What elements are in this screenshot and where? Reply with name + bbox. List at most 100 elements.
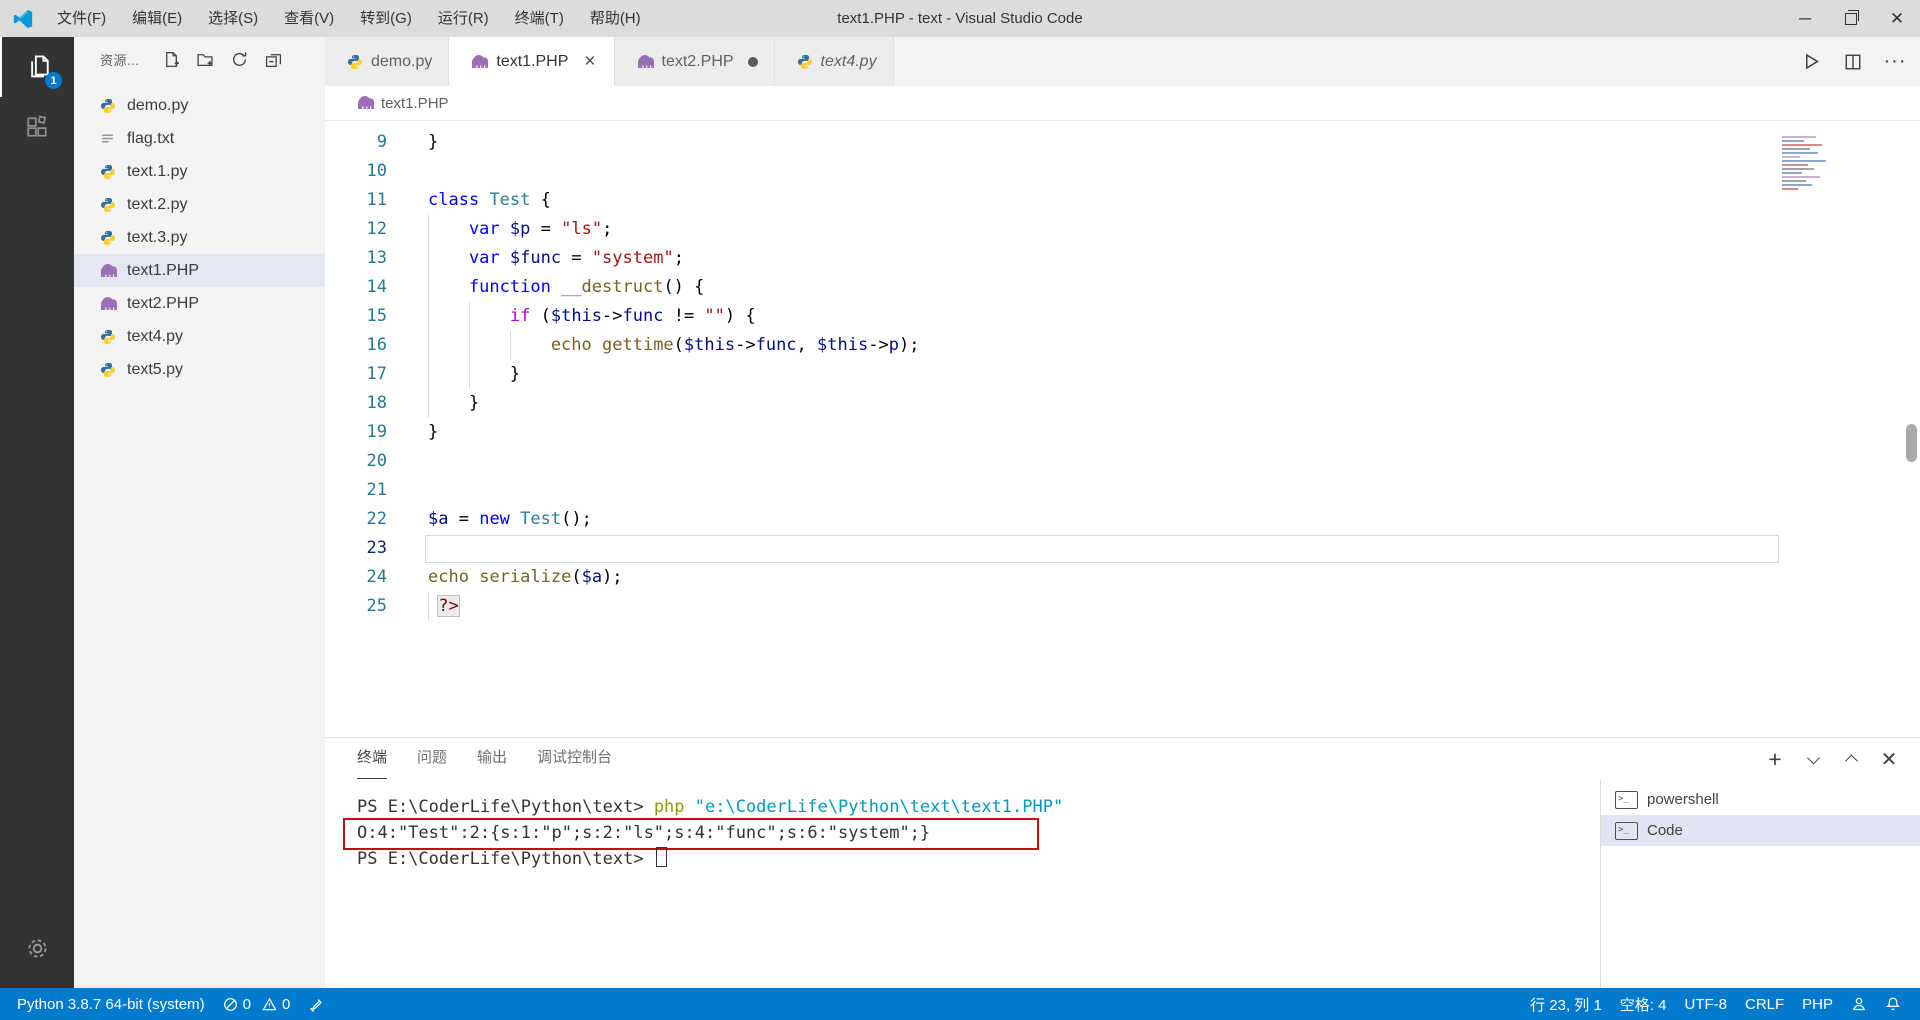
- menu-item[interactable]: 帮助(H): [577, 0, 654, 37]
- code-line[interactable]: 12 var $p = "ls";: [325, 215, 1920, 244]
- code-line[interactable]: 23: [325, 534, 1920, 563]
- explorer-icon[interactable]: 1: [0, 37, 76, 97]
- tab-bar: demo.py text1.PHP × text2.PHP text4.py ···: [325, 37, 1920, 86]
- file-item[interactable]: text.3.py: [74, 221, 325, 254]
- indent-guide: [428, 389, 429, 418]
- code-line[interactable]: 20: [325, 447, 1920, 476]
- terminal-prompt-icon: >_: [1615, 790, 1638, 809]
- code-line[interactable]: 15 if ($this->func != "") {: [325, 302, 1920, 331]
- file-item[interactable]: text5.py: [74, 353, 325, 386]
- file-item[interactable]: text2.PHP: [74, 287, 325, 320]
- indentation-status[interactable]: 空格: 4: [1611, 988, 1676, 1020]
- file-item[interactable]: text4.py: [74, 320, 325, 353]
- menu-item[interactable]: 查看(V): [271, 0, 347, 37]
- code-line[interactable]: 21: [325, 476, 1920, 505]
- indent-guide: [468, 302, 470, 331]
- code-line[interactable]: 11 class Test {: [325, 186, 1920, 215]
- terminal-output-highlighted[interactable]: O:4:"Test":2:{s:1:"p";s:2:"ls";s:4:"func…: [342, 818, 1063, 850]
- minimap[interactable]: [1782, 136, 1848, 192]
- line-number: 20: [366, 451, 387, 471]
- code-line[interactable]: 18}: [325, 389, 1920, 418]
- code-line[interactable]: 19}: [325, 418, 1920, 447]
- warning-icon: [262, 997, 277, 1010]
- file-item[interactable]: text.1.py: [74, 155, 325, 188]
- close-panel-icon[interactable]: ✕: [1880, 749, 1898, 771]
- line-number: 16: [366, 335, 387, 355]
- vscode-logo-icon: [12, 8, 34, 30]
- file-name: flag.txt: [127, 129, 175, 147]
- tab-demo.py[interactable]: demo.py: [325, 37, 450, 86]
- panel-tab-输出[interactable]: 输出: [477, 738, 507, 778]
- problems-status[interactable]: 0 0: [214, 988, 300, 1020]
- encoding-status[interactable]: UTF-8: [1675, 988, 1736, 1020]
- tab-text4.py[interactable]: text4.py: [774, 37, 894, 86]
- collapse-folders-icon[interactable]: [263, 49, 283, 69]
- code-line[interactable]: 16 echo gettime($this->func, $this->p);: [325, 331, 1920, 360]
- run-file-icon[interactable]: [1800, 51, 1822, 73]
- more-actions-icon[interactable]: ···: [1884, 50, 1906, 73]
- settings-gear-icon[interactable]: [0, 918, 74, 978]
- code-editor[interactable]: 9} 10 11 class Test {12 var $p = "ls"; 13 var …: [325, 128, 1920, 736]
- panel-tab-终端[interactable]: 终端: [357, 738, 388, 779]
- terminal-line[interactable]: PS E:\CoderLife\Python\text> php "e:\Cod…: [357, 794, 1063, 820]
- cursor-position-label: 行 23, 列 1: [1530, 996, 1602, 1014]
- menu-item[interactable]: 文件(F): [44, 0, 119, 37]
- cursor-position-status[interactable]: 行 23, 列 1: [1521, 988, 1611, 1020]
- terminal-line[interactable]: PS E:\CoderLife\Python\text>: [357, 846, 1063, 872]
- code-line[interactable]: 13 var $func = "system";: [325, 244, 1920, 273]
- file-item[interactable]: flag.txt: [74, 122, 325, 155]
- new-file-icon[interactable]: [161, 49, 181, 69]
- launch-status[interactable]: [299, 988, 333, 1020]
- restore-button[interactable]: [1828, 0, 1874, 37]
- eol-status[interactable]: CRLF: [1736, 988, 1793, 1020]
- terminal-instance-powershell[interactable]: >_ powershell: [1601, 784, 1920, 815]
- file-item[interactable]: text.2.py: [74, 188, 325, 221]
- code-line[interactable]: 10: [325, 157, 1920, 186]
- code-line[interactable]: 25 ?>: [325, 592, 1920, 621]
- terminal-instance-label: powershell: [1647, 791, 1719, 808]
- feedback-status[interactable]: [1842, 988, 1876, 1020]
- menu-item[interactable]: 选择(S): [195, 0, 271, 37]
- extensions-icon[interactable]: [0, 97, 74, 157]
- editor-scrollbar-thumb[interactable]: [1906, 424, 1917, 462]
- terminal-dropdown-icon[interactable]: [1804, 750, 1822, 768]
- menu-item[interactable]: 终端(T): [502, 0, 577, 37]
- new-terminal-icon[interactable]: +: [1766, 746, 1784, 772]
- file-item[interactable]: text1.PHP: [74, 254, 325, 287]
- panel-tab-调试控制台[interactable]: 调试控制台: [537, 738, 612, 778]
- maximize-panel-icon[interactable]: [1842, 750, 1860, 768]
- code-line[interactable]: 24 echo serialize($a);: [325, 563, 1920, 592]
- python-interpreter-status[interactable]: Python 3.8.7 64-bit (system): [8, 988, 214, 1020]
- breadcrumb[interactable]: text1.PHP: [325, 86, 1920, 121]
- terminal-instance-label: Code: [1647, 822, 1683, 839]
- panel-tab-问题[interactable]: 问题: [417, 738, 447, 778]
- sidebar-explorer: 资源... demo.py flag.txt text.1.py text.2.py t…: [74, 37, 325, 988]
- new-folder-icon[interactable]: [195, 49, 215, 69]
- code-line[interactable]: 14 function __destruct() {: [325, 273, 1920, 302]
- status-bar: Python 3.8.7 64-bit (system) 0 0 行 23, 列…: [0, 988, 1920, 1020]
- code-line[interactable]: 17}: [325, 360, 1920, 389]
- file-list: demo.py flag.txt text.1.py text.2.py text.3.…: [74, 89, 325, 386]
- terminal-instance-Code[interactable]: >_ Code: [1601, 815, 1920, 846]
- indent-guide: [428, 592, 429, 621]
- split-editor-icon[interactable]: [1842, 51, 1864, 73]
- file-item[interactable]: demo.py: [74, 89, 325, 122]
- notifications-status[interactable]: [1876, 988, 1910, 1020]
- close-window-button[interactable]: ✕: [1874, 0, 1920, 37]
- minimize-button[interactable]: ─: [1782, 0, 1828, 37]
- code-line[interactable]: 9}: [325, 128, 1920, 157]
- code-line[interactable]: 22 $a = new Test();: [325, 505, 1920, 534]
- refresh-icon[interactable]: [229, 49, 249, 69]
- menu-item[interactable]: 转到(G): [347, 0, 425, 37]
- terminal-output[interactable]: PS E:\CoderLife\Python\text> php "e:\Cod…: [342, 794, 1063, 872]
- tab-text2.PHP[interactable]: text2.PHP: [614, 37, 775, 86]
- eol-label: CRLF: [1744, 995, 1785, 1013]
- tab-text1.PHP[interactable]: text1.PHP ×: [449, 37, 615, 86]
- close-tab-icon[interactable]: ×: [582, 52, 597, 71]
- menu-item[interactable]: 编辑(E): [119, 0, 195, 37]
- language-mode-status[interactable]: PHP: [1793, 988, 1842, 1020]
- php-file-icon: [637, 54, 654, 69]
- menu-item[interactable]: 运行(R): [425, 0, 502, 37]
- python-file-icon: [100, 362, 120, 378]
